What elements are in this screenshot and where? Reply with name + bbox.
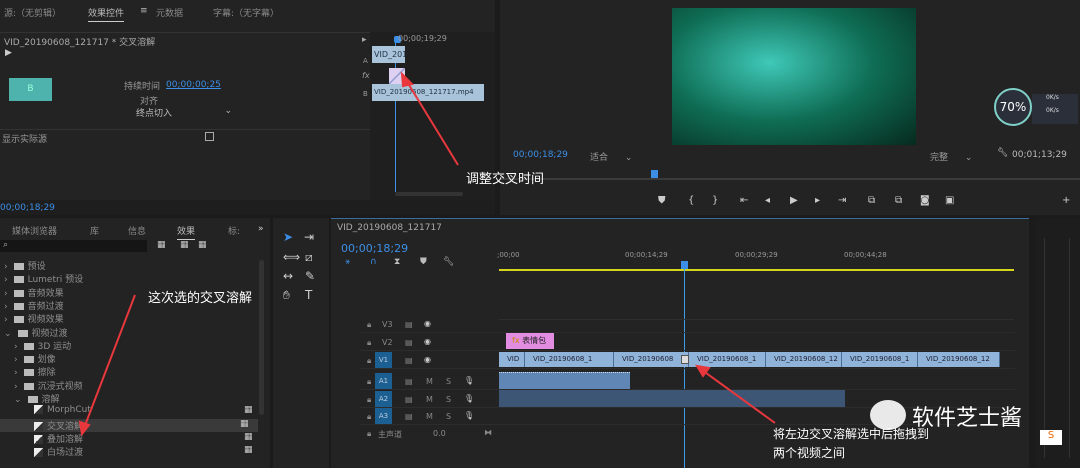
arrow-drag bbox=[701, 369, 776, 424]
annotation-adjust: 调整交叉时间 bbox=[466, 172, 545, 187]
annotation-drag: 将左边交叉溶解选中后拖拽到 bbox=[773, 427, 930, 441]
arrow-adjust bbox=[405, 79, 459, 166]
annotation-drag-2: 两个视频之间 bbox=[773, 446, 846, 460]
arrow-choose bbox=[83, 294, 136, 429]
arrowhead bbox=[78, 420, 91, 437]
wechat-logo-icon bbox=[870, 400, 906, 430]
annotation-arrows bbox=[78, 71, 776, 437]
arrowhead bbox=[400, 71, 414, 88]
ime-icon: S bbox=[1040, 430, 1062, 445]
annotation-choose: 这次选的交叉溶解 bbox=[148, 291, 253, 306]
watermark: 软件芝士酱 bbox=[912, 406, 1023, 431]
